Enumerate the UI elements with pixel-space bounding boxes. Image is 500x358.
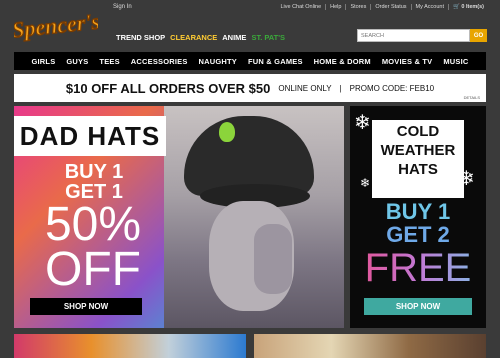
stores-link[interactable]: Stores: [345, 4, 370, 10]
title-line-hats: HATS: [398, 161, 438, 178]
promo-code: PROMO CODE: FEB10: [349, 83, 435, 93]
category-accessories[interactable]: ACCESSORIES: [131, 57, 188, 66]
sign-in-link[interactable]: Sign In: [113, 4, 132, 10]
live-chat-link[interactable]: Live Chat Online: [276, 4, 325, 10]
promo-banner[interactable]: $10 OFF ALL ORDERS OVER $50 ONLINE ONLY …: [14, 74, 486, 102]
category-girls[interactable]: GIRLS: [31, 57, 55, 66]
buy-get-text: BUY 1 GET 1: [44, 162, 144, 202]
cold-weather-hats-banner[interactable]: ❄ ❄ ❄ COLD WEATHER HATS BUY 1 GET 2 FREE…: [350, 106, 486, 328]
svg-text:Spencer's: Spencer's: [14, 8, 98, 42]
snowflake-icon: ❄: [354, 112, 371, 134]
main-nav: TREND SHOP CLEARANCE ANIME ST. PAT'S: [116, 33, 285, 42]
promo-headline: $10 OFF ALL ORDERS OVER $50: [65, 80, 271, 96]
category-nav: GIRLS GUYS TEES ACCESSORIES NAUGHTY FUN …: [14, 52, 486, 70]
help-link[interactable]: Help: [325, 4, 345, 10]
buy-1-text: BUY 1: [64, 161, 124, 183]
bottom-banner-right[interactable]: [254, 334, 486, 358]
cold-weather-title: COLD WEATHER HATS: [372, 120, 464, 198]
search-bar: GO: [357, 29, 487, 42]
utility-links: Live Chat Online Help Stores Order Statu…: [276, 4, 488, 10]
category-naughty[interactable]: NAUGHTY: [199, 57, 237, 66]
nav-clearance[interactable]: CLEARANCE: [170, 33, 217, 42]
title-line-cold: COLD: [396, 123, 440, 140]
buy-get-2-text: BUY 1 GET 2: [350, 200, 486, 246]
category-tees[interactable]: TEES: [99, 57, 119, 66]
category-fun-games[interactable]: FUN & GAMES: [248, 57, 303, 66]
nav-st-pats[interactable]: ST. PAT'S: [251, 33, 285, 42]
buy-1-text: BUY 1: [385, 199, 451, 224]
alien-patch-icon: [219, 122, 235, 142]
category-music[interactable]: MUSIC: [443, 57, 468, 66]
promo-divider: |: [339, 83, 342, 93]
my-account-link[interactable]: My Account: [410, 4, 448, 10]
title-line-weather: WEATHER: [380, 142, 456, 159]
spencers-logo[interactable]: Spencer's: [14, 5, 98, 47]
dad-hats-banner[interactable]: DAD HATS BUY 1 GET 1 50% OFF SHOP NOW: [14, 106, 344, 328]
percent-text: 50%: [44, 198, 142, 251]
cart-count: 0 Item(s): [461, 4, 484, 10]
cart-link[interactable]: 🛒 0 Item(s): [447, 4, 488, 10]
search-input[interactable]: [357, 29, 470, 42]
snowflake-icon: ❄: [360, 176, 371, 190]
bottom-banner-left[interactable]: [14, 334, 246, 358]
get-2-text: GET 2: [386, 222, 450, 247]
model-hand: [254, 224, 292, 294]
order-status-link[interactable]: Order Status: [370, 4, 410, 10]
nav-anime[interactable]: ANIME: [222, 33, 246, 42]
free-text: FREE: [350, 246, 486, 290]
cold-weather-shop-now-button[interactable]: SHOP NOW: [364, 298, 472, 315]
category-movies-tv[interactable]: MOVIES & TV: [382, 57, 433, 66]
nav-trend-shop[interactable]: TREND SHOP: [116, 33, 165, 42]
dad-hats-title: DAD HATS: [14, 116, 166, 156]
off-text: OFF: [45, 243, 141, 296]
promo-details-link[interactable]: DETAILS: [464, 95, 480, 100]
category-guys[interactable]: GUYS: [66, 57, 88, 66]
dad-hats-shop-now-button[interactable]: SHOP NOW: [30, 298, 142, 315]
search-go-button[interactable]: GO: [470, 29, 487, 42]
promo-online-only: ONLINE ONLY: [278, 83, 332, 93]
category-home-dorm[interactable]: HOME & DORM: [314, 57, 371, 66]
